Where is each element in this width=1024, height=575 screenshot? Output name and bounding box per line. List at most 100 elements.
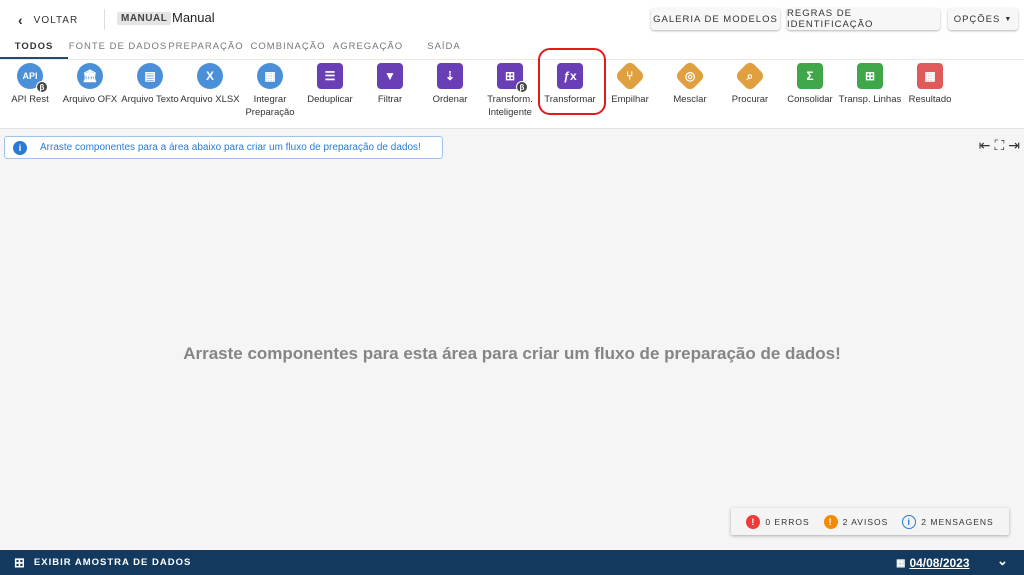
component-label: Arquivo OFX	[63, 93, 117, 106]
identification-rules-button[interactable]: REGRAS DE IDENTIFICAÇÃO	[787, 8, 940, 30]
bank-icon: 🏛	[77, 63, 103, 89]
show-sample-button[interactable]: ⊞ EXIBIR AMOSTRA DE DADOS	[14, 555, 191, 571]
component-grid[interactable]: ▦ Integrar Preparação	[240, 63, 300, 119]
collapse-left-icon[interactable]: ⇤	[979, 137, 991, 154]
show-sample-label: EXIBIR AMOSTRA DE DADOS	[33, 557, 192, 568]
label-line: Ordenar	[432, 94, 468, 105]
warnings-label: 2 AVISOS	[842, 516, 889, 527]
date-link[interactable]: ▦ 04/08/2023	[896, 556, 970, 570]
label-line-2: Preparação	[245, 107, 295, 118]
label-line: Arquivo XLSX	[180, 94, 240, 105]
component-xlsx-file[interactable]: X Arquivo XLSX	[180, 63, 240, 119]
component-transpose[interactable]: ⊞ Transp. Linhas	[839, 63, 902, 119]
component-result-table[interactable]: ▦ Resultado	[900, 63, 960, 119]
result-table-icon: ▦	[917, 63, 943, 89]
errors-label: 0 ERROS	[765, 516, 810, 527]
component-label: Procurar	[732, 93, 768, 106]
errors-status[interactable]: ! 0 ERROS	[746, 514, 810, 529]
options-label: OPÇÕES	[953, 13, 1001, 25]
fit-screen-icon[interactable]: ⛶	[994, 137, 1004, 154]
tab-combinacao[interactable]: COMBINAÇÃO	[244, 38, 332, 59]
component-label: Transp. Linhas	[839, 93, 902, 106]
mode-badge: MANUAL	[117, 12, 172, 25]
component-sort[interactable]: ⇣ Ordenar	[420, 63, 480, 119]
component-text-file[interactable]: ▤ Arquivo Texto	[120, 63, 180, 119]
component-label: Empilhar	[611, 93, 649, 106]
canvas-nav: ⇤ ⛶ ⇥	[979, 137, 1020, 154]
component-label: Deduplicar	[307, 93, 352, 106]
component-label: Transform. Inteligente	[487, 93, 533, 119]
filter-icon: ▼	[377, 63, 403, 89]
label-line: Mesclar	[673, 94, 707, 105]
sort-icon: ⇣	[437, 63, 463, 89]
tab-agregacao[interactable]: AGREGAÇÃO	[332, 38, 404, 59]
caret-down-icon: ▼	[1004, 15, 1013, 23]
icon-glyph: API	[22, 71, 38, 81]
icon-glyph: 🏛	[82, 69, 98, 83]
component-palette: API β API Rest 🏛 Arquivo OFX ▤ Arquivo Text…	[0, 60, 960, 119]
tab-preparacao[interactable]: PREPARAÇÃO	[168, 38, 244, 59]
lookup-icon: ⌕	[734, 60, 766, 92]
label-line: Deduplicar	[307, 94, 353, 105]
api-icon: API β	[17, 63, 48, 93]
back-label: VOLTAR	[33, 14, 79, 26]
label-line: Transform.	[487, 94, 533, 105]
icon-glyph: ▦	[264, 69, 276, 83]
component-label: API Rest	[11, 93, 49, 106]
stack-icon: ⑂	[614, 60, 646, 92]
info-banner-text: Arraste componentes para a área abaixo p…	[40, 142, 421, 153]
merge-icon: ◎	[674, 60, 706, 92]
list-icon: ☰	[317, 63, 343, 89]
component-label: Consolidar	[787, 93, 832, 106]
component-filter[interactable]: ▼ Filtrar	[360, 63, 420, 119]
highlight-transformar	[538, 48, 606, 115]
info-circle-icon: i	[902, 514, 917, 529]
icon-glyph: ⌕	[746, 68, 754, 83]
options-button[interactable]: OPÇÕES ▼	[948, 8, 1018, 30]
icon-glyph: ☰	[324, 69, 336, 83]
component-smart-transform[interactable]: ⊞ β Transform. Inteligente	[480, 63, 540, 119]
label-line: Filtrar	[377, 94, 403, 105]
tab-fonte-de-dados[interactable]: FONTE DE DADOS	[68, 38, 168, 59]
label-line: Procurar	[731, 94, 769, 105]
component-stack[interactable]: ⑂ Empilhar	[600, 60, 660, 119]
component-merge[interactable]: ◎ Mesclar	[660, 60, 720, 119]
info-banner: i Arraste componentes para a área abaixo …	[4, 136, 443, 159]
beta-badge: β	[36, 81, 48, 93]
bottom-bar: ⊞ EXIBIR AMOSTRA DE DADOS ▦ 04/08/2023 ⌄	[0, 550, 1024, 575]
status-panel: ! 0 ERROS ! 2 AVISOS i 2 MENSAGENS	[731, 508, 1009, 535]
error-icon: !	[746, 514, 761, 529]
label-line: Arquivo Texto	[121, 94, 179, 105]
sigma-icon: Σ	[797, 63, 823, 89]
icon-glyph: ▦	[924, 69, 936, 83]
gallery-button[interactable]: GALERIA DE MODELOS	[651, 8, 780, 30]
page-title[interactable]: Manual	[172, 10, 215, 25]
component-lookup[interactable]: ⌕ Procurar	[720, 60, 780, 119]
info-icon: i	[13, 140, 27, 155]
component-label: Mesclar	[673, 93, 706, 106]
messages-status[interactable]: i 2 MENSAGENS	[902, 514, 993, 529]
back-button[interactable]: ‹ VOLTAR	[18, 12, 78, 28]
beta-badge: β	[516, 81, 528, 93]
icon-glyph: X	[205, 69, 214, 83]
component-api[interactable]: API β API Rest	[0, 63, 60, 119]
expand-right-icon[interactable]: ⇥	[1008, 137, 1020, 154]
component-list[interactable]: ☰ Deduplicar	[300, 63, 360, 119]
warnings-status[interactable]: ! 2 AVISOS	[823, 514, 889, 529]
icon-glyph: ⊞	[864, 69, 876, 83]
chevron-down-icon[interactable]: ⌄	[997, 553, 1008, 569]
icon-glyph: ▤	[144, 69, 156, 83]
tab-saida[interactable]: SAÍDA	[404, 38, 484, 59]
calendar-icon: ▦	[896, 557, 906, 569]
component-label: Ordenar	[433, 93, 468, 106]
icon-glyph: ⑂	[626, 68, 634, 83]
component-label: Filtrar	[378, 93, 402, 106]
tab-todos[interactable]: TODOS	[0, 38, 68, 59]
component-bank[interactable]: 🏛 Arquivo OFX	[60, 63, 120, 119]
label-line: Integrar	[253, 94, 287, 105]
table-icon: ⊞	[14, 554, 26, 570]
grid-icon: ▦	[257, 63, 283, 89]
component-sigma[interactable]: Σ Consolidar	[780, 63, 840, 119]
smart-transform-icon: ⊞ β	[497, 63, 528, 93]
tabs-divider	[0, 59, 1024, 60]
